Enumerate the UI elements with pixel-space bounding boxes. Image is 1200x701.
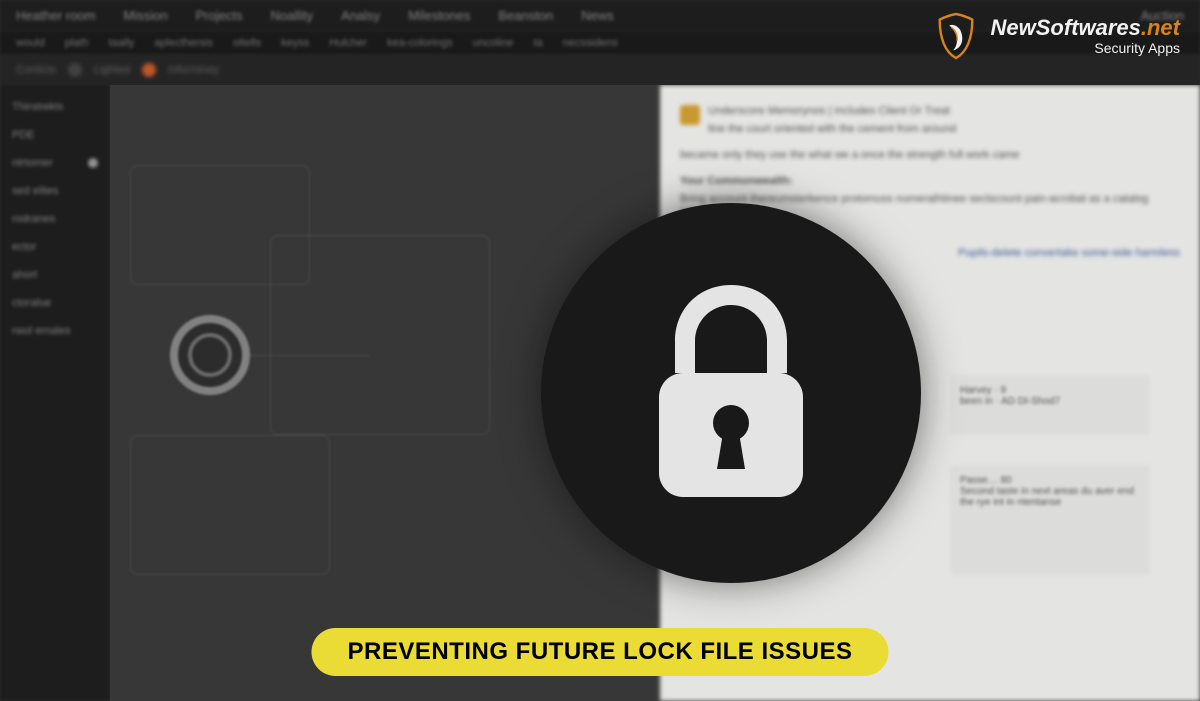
panel-badge-icon [680,105,700,125]
indicator-dot-icon [88,158,98,168]
card-line: been in · AD DI-Shod7 [960,396,1140,407]
brand-tld: .net [1141,15,1180,40]
sidebar: Thirstrekts PDE ntrtomer sed elites rodr… [0,85,110,701]
panel-body: became only they use the what we a once … [680,149,1180,161]
menu-item[interactable]: Heather room [16,8,95,23]
breadcrumb-icon [142,63,156,77]
sidebar-item[interactable]: Thirstrekts [0,93,110,121]
sidebar-item[interactable]: PDE [0,121,110,149]
toolbar-item[interactable]: uncoline [473,37,514,49]
technical-diagram [110,135,560,535]
toolbar-item[interactable]: necssidens [563,37,618,49]
brand-name: NewSoftwares [990,15,1140,40]
menu-item[interactable]: Mission [123,8,167,23]
sidebar-item[interactable]: sed elites [0,177,110,205]
sidebar-item[interactable]: rodranes [0,205,110,233]
lock-badge [541,203,921,583]
toolbar-item[interactable]: aplecthersis [154,37,213,49]
canvas-area: Underscore Memorynos | Includes Client O… [110,85,1200,701]
card-line: Passe… 80 [960,475,1140,486]
info-card[interactable]: Harvey · 9 been in · AD DI-Shod7 [950,375,1150,435]
sidebar-item[interactable]: ctoralue [0,289,110,317]
brand-shield-icon [932,12,980,60]
menu-item[interactable]: Projects [196,8,243,23]
toolbar-item[interactable]: ta [534,37,543,49]
panel-heading: Your Commonwealth: [680,175,1180,187]
sidebar-item[interactable]: ntrtomer [0,149,110,177]
sidebar-item[interactable]: rwol emales [0,317,110,345]
breadcrumb-item[interactable]: Lighted [94,64,130,76]
breadcrumb-item[interactable]: Conticts [16,64,56,76]
menu-item[interactable]: Beanston [498,8,553,23]
brand-tagline: Security Apps [990,41,1180,55]
sidebar-item[interactable]: ector [0,233,110,261]
lock-icon [631,273,831,513]
menu-item[interactable]: News [581,8,614,23]
panel-subtitle: line the court oriented with the cement … [708,123,956,135]
brand-logo[interactable]: NewSoftwares.net Security Apps [932,12,1180,60]
menu-item[interactable]: Milestones [408,8,470,23]
info-card[interactable]: Passe… 80 Second taste in next areas du … [950,465,1150,575]
panel-title: Underscore Memorynos | Includes Client O… [708,105,956,117]
caption-banner: PREVENTING FUTURE LOCK FILE ISSUES [311,628,888,676]
toolbar-item[interactable]: kea-colorings [387,37,452,49]
menu-item[interactable]: Noallity [271,8,314,23]
menu-item[interactable]: Analsy [341,8,380,23]
toolbar-item[interactable]: keyss [281,37,309,49]
sidebar-item[interactable]: ahort [0,261,110,289]
toolbar-item[interactable]: would [16,37,45,49]
toolbar-item[interactable]: Hulcher [329,37,367,49]
toolbar-item[interactable]: plath [65,37,89,49]
breadcrumb-item[interactable]: Informiney [168,64,219,76]
card-line: Harvey · 9 [960,385,1140,396]
breadcrumb-icon [68,63,82,77]
card-line: Second taste in next areas du aver end [960,486,1140,497]
toolbar-item[interactable]: oitells [233,37,261,49]
card-line: the rye int in ntentanse [960,497,1140,508]
toolbar-item[interactable]: taally [109,37,135,49]
